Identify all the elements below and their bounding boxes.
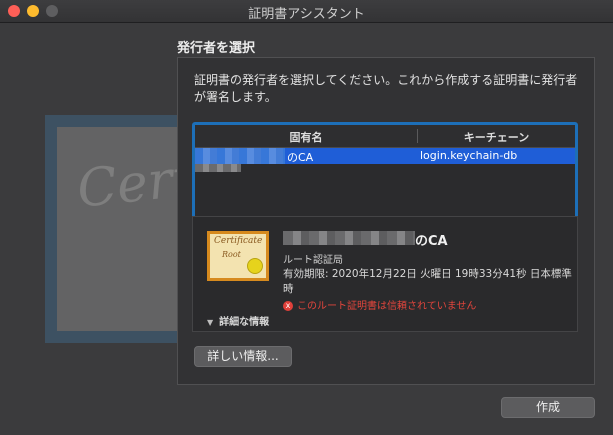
more-info-button[interactable]: 詳しい情報... <box>194 346 292 367</box>
details-disclosure[interactable]: ▼ 詳細な情報 <box>207 313 269 328</box>
create-button[interactable]: 作成 <box>501 397 595 418</box>
certificate-icon-subtitle: Root <box>222 250 241 259</box>
seal-icon <box>247 258 263 274</box>
title-bar[interactable]: 証明書アシスタント <box>0 0 613 23</box>
row-keychain: login.keychain-db <box>420 149 518 162</box>
redacted-name <box>195 148 285 164</box>
window-title: 証明書アシスタント <box>248 7 365 22</box>
detail-expiry: 有効期限: 2020年12月22日 火曜日 19時33分41秒 日本標準時 <box>283 268 572 295</box>
detail-subtitle: ルート認証局 <box>283 255 343 266</box>
column-header-name[interactable]: 固有名 <box>195 129 417 145</box>
column-header-keychain[interactable]: キーチェーン <box>418 129 575 145</box>
page-description: 証明書の発行者を選択してください。これから作成する証明書に発行者が署名します。 <box>194 73 578 104</box>
table-row[interactable]: のCA login.keychain-db <box>195 148 575 172</box>
row-name: のCA <box>287 151 314 164</box>
certificate-background-icon: Certif <box>45 115 232 343</box>
redacted-detail-name <box>283 231 415 245</box>
disclosure-label: 詳細な情報 <box>219 317 270 328</box>
page-heading: 発行者を選択 <box>177 41 256 56</box>
trust-warning: x このルート証明書は信頼されていません <box>283 297 476 312</box>
detail-name: のCA <box>415 234 448 249</box>
certificate-assistant-window: 証明書アシスタント Certif 発行者を選択 証明書の発行者を選択してください… <box>0 0 613 435</box>
error-x-icon: x <box>283 301 293 311</box>
disclosure-triangle-icon[interactable]: ▼ <box>207 318 213 327</box>
certificate-detail: Certificate Root のCA ルート認証局 有効期限: 2020年1… <box>192 216 578 332</box>
issuer-panel: 証明書の発行者を選択してください。これから作成する証明書に発行者が署名します。 … <box>177 57 595 385</box>
certificate-icon-title: Certificate <box>214 236 263 246</box>
redacted-name-overflow <box>195 164 241 172</box>
certificate-icon: Certificate Root <box>207 231 269 281</box>
table-header: 固有名 キーチェーン <box>195 125 575 148</box>
trust-warning-text: このルート証明書は信頼されていません <box>297 301 477 312</box>
